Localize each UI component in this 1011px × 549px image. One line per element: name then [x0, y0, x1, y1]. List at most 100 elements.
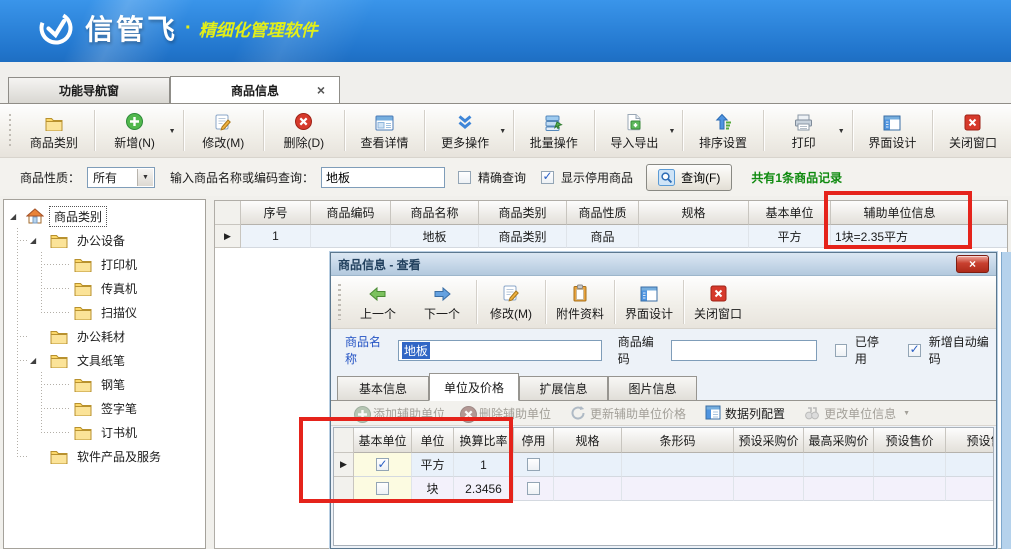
tab-product-info[interactable]: 商品信息× [170, 76, 340, 103]
tree-node-scanner[interactable]: 扫描仪 [4, 300, 206, 324]
more-actions-button-dropdown-caret[interactable]: ▼ [499, 128, 506, 135]
more-actions-button[interactable]: 更多操作▼ [427, 106, 511, 155]
column-header[interactable] [969, 201, 1008, 225]
tree-node-stationery[interactable]: ◢文具纸笔 [4, 348, 206, 372]
column-header[interactable]: 预设采购价 [734, 428, 804, 453]
row-indicator: ▶ [215, 225, 241, 248]
unit-table-cell [874, 453, 946, 477]
product-name-input[interactable]: 地板 [398, 340, 602, 361]
column-header[interactable]: 停用 [514, 428, 554, 453]
tree-node-stapler[interactable]: 订书机 [4, 420, 206, 444]
table-cell [639, 225, 749, 248]
disabled-checkbox[interactable] [835, 344, 847, 357]
exact-query-checkbox[interactable] [458, 171, 471, 184]
column-header[interactable]: 最高采购价 [804, 428, 874, 453]
unit-table-row[interactable]: 块2.3456 [334, 477, 993, 501]
edit-button[interactable]: 修改(M) [479, 276, 543, 328]
column-header[interactable]: 规格 [554, 428, 622, 453]
tab-basic-info[interactable]: 基本信息 [337, 376, 429, 401]
tab-extended-info[interactable]: 扩展信息 [519, 376, 608, 401]
tab-unit-price[interactable]: 单位及价格 [429, 373, 519, 401]
tree-node-office-equipment[interactable]: ◢办公设备 [4, 228, 206, 252]
tab-nav-window[interactable]: 功能导航窗 [8, 77, 170, 103]
query-button[interactable]: 查询(F) [646, 164, 732, 191]
right-scroll-strip [1001, 252, 1011, 549]
tree-expander-icon[interactable]: ◢ [30, 236, 36, 245]
column-header[interactable]: 商品类别 [479, 201, 567, 225]
product-nature-select[interactable]: 所有 ▼ [87, 167, 155, 188]
batch-actions-button[interactable]: 批量操作 [516, 106, 592, 155]
sort-settings-button[interactable]: 排序设置 [685, 106, 761, 155]
add-button[interactable]: 新增(N)▼ [97, 106, 181, 155]
tree-node-software-services[interactable]: 软件产品及服务 [4, 444, 206, 468]
column-header[interactable]: 序号 [241, 201, 311, 225]
base-unit-checkbox[interactable] [376, 458, 389, 471]
tree-node-fax[interactable]: 传真机 [4, 276, 206, 300]
show-disabled-checkbox[interactable] [541, 171, 554, 184]
tab-image-info[interactable]: 图片信息 [608, 376, 697, 401]
print-button[interactable]: 打印▼ [766, 106, 850, 155]
close-window-button[interactable]: 关闭窗口 [686, 276, 750, 328]
tree-node-office-supplies[interactable]: 办公耗材 [4, 324, 206, 348]
delete-button[interactable]: 删除(D) [266, 106, 342, 155]
chevron-down-icon[interactable]: ▼ [137, 169, 153, 186]
print-icon [794, 111, 813, 131]
edit-button[interactable]: 修改(M) [185, 106, 261, 155]
sort-icon [714, 111, 732, 131]
tree-node-pen[interactable]: 钢笔 [4, 372, 206, 396]
autocode-checkbox[interactable] [908, 344, 920, 357]
view-detail-button[interactable]: 查看详情 [346, 106, 422, 155]
print-button-dropdown-caret[interactable]: ▼ [838, 128, 845, 135]
column-header[interactable]: 基本单位 [354, 428, 412, 453]
next-button[interactable]: 下一个 [410, 276, 474, 328]
toolbar-grip[interactable] [338, 284, 341, 320]
close-window-button[interactable]: 关闭窗口 [935, 106, 1011, 155]
folder-icon [74, 377, 92, 392]
table-cell: 商品类别 [479, 225, 567, 248]
unit-grid-header: 基本单位单位换算比率停用规格条形码预设采购价最高采购价预设售价预设售价 [334, 428, 993, 453]
import-export-button[interactable]: 导入导出▼ [596, 106, 680, 155]
column-header[interactable]: 商品性质 [567, 201, 639, 225]
column-header[interactable]: 基本单位 [749, 201, 831, 225]
column-header[interactable]: 商品名称 [391, 201, 479, 225]
add-button-dropdown-caret[interactable]: ▼ [169, 128, 176, 135]
search-input[interactable] [321, 167, 445, 188]
import-export-button-dropdown-caret[interactable]: ▼ [668, 128, 675, 135]
tree-node-printer[interactable]: 打印机 [4, 252, 206, 276]
dialog-titlebar: 商品信息 - 查看 × [331, 253, 996, 276]
add-aux-unit-button-label: 添加辅助单位 [373, 405, 445, 422]
tab-close-icon[interactable]: × [317, 85, 325, 95]
ui-design-button[interactable]: 界面设计 [617, 276, 681, 328]
import-export-icon [625, 111, 643, 131]
close-window-icon [710, 282, 727, 302]
prev-button[interactable]: 上一个 [346, 276, 410, 328]
column-header[interactable]: 条形码 [622, 428, 734, 453]
column-header[interactable]: 辅助单位信息 [831, 201, 969, 225]
exact-query-label: 精确查询 [478, 169, 526, 186]
product-code-input[interactable] [671, 340, 817, 361]
column-header[interactable]: 单位 [412, 428, 454, 453]
unit-disabled-checkbox[interactable] [527, 458, 540, 471]
table-row[interactable]: ▶1地板商品类别商品平方1块=2.35平方 [215, 225, 1007, 248]
base-unit-checkbox[interactable] [376, 482, 389, 495]
tree-node-fax-label: 传真机 [97, 279, 141, 298]
tree-expander-icon[interactable]: ◢ [10, 212, 16, 221]
add-icon [353, 405, 368, 421]
unit-table-row[interactable]: ▶平方1 [334, 453, 993, 477]
dialog-close-button[interactable]: × [956, 255, 989, 273]
column-header[interactable]: 规格 [639, 201, 749, 225]
ui-design-button[interactable]: 界面设计 [854, 106, 930, 155]
tree-expander-icon[interactable]: ◢ [30, 356, 36, 365]
toolbar-grip[interactable] [9, 114, 11, 147]
tree-node-root[interactable]: ◢商品类别 [4, 204, 206, 228]
attachments-button[interactable]: 附件资料 [548, 276, 612, 328]
product-category-button[interactable]: 商品类别 [16, 106, 92, 155]
column-header[interactable]: 换算比率 [454, 428, 514, 453]
tree-node-marker[interactable]: 签字笔 [4, 396, 206, 420]
toolbar-separator [183, 110, 184, 151]
column-config-button[interactable]: 数据列配置 [698, 403, 792, 423]
column-header[interactable]: 商品编码 [311, 201, 391, 225]
column-header[interactable]: 预设售价 [874, 428, 946, 453]
column-header[interactable]: 预设售价 [946, 428, 994, 453]
unit-disabled-checkbox[interactable] [527, 482, 540, 495]
